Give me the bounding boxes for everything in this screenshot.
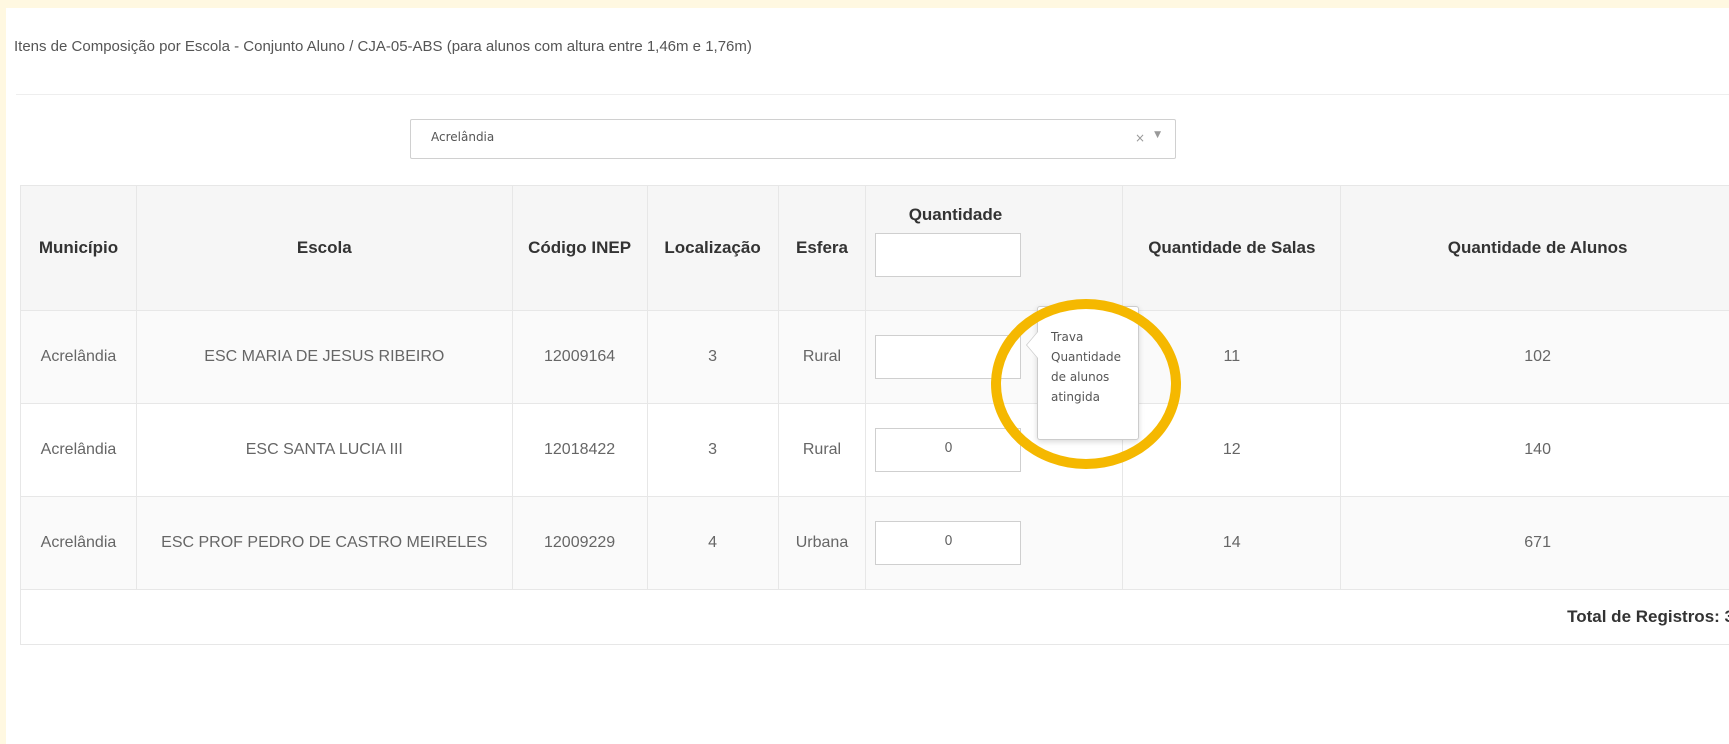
chevron-down-icon[interactable]: ▼ bbox=[1154, 130, 1161, 140]
cell-municipio: Acrelândia bbox=[20, 310, 137, 404]
page-heading: Itens de Composição por Escola - Conjunt… bbox=[14, 38, 752, 55]
cell-esfera: Urbana bbox=[777, 496, 867, 590]
quantidade-filter-input[interactable] bbox=[875, 233, 1022, 277]
tooltip-arrow bbox=[1026, 331, 1038, 359]
header-esfera[interactable]: Esfera bbox=[777, 185, 867, 311]
municipio-select[interactable]: Acrelândia × ▼ bbox=[410, 119, 1176, 159]
cell-esfera: Rural bbox=[777, 310, 867, 404]
schools-table: Município Escola Código INEP Localização… bbox=[20, 185, 1729, 645]
cell-codigo-inep: 12018422 bbox=[511, 403, 648, 497]
cell-quantidade-salas: 14 bbox=[1122, 496, 1342, 590]
cell-quantidade: 0 bbox=[865, 496, 1124, 590]
header-codigo-inep[interactable]: Código INEP bbox=[511, 185, 648, 311]
cell-quantidade-alunos: 671 bbox=[1340, 496, 1729, 590]
cell-localizacao: 4 bbox=[646, 496, 779, 590]
table-row: Acrelândia ESC MARIA DE JESUS RIBEIRO 12… bbox=[20, 310, 1729, 404]
cell-escola: ESC PROF PEDRO DE CASTRO MEIRELES bbox=[135, 496, 513, 590]
tooltip-line: Trava bbox=[1051, 330, 1084, 344]
quantidade-input[interactable]: 0 bbox=[875, 521, 1022, 565]
header-quantidade-alunos[interactable]: Quantidade de Alunos bbox=[1340, 185, 1729, 311]
clear-icon[interactable]: × bbox=[1135, 131, 1145, 145]
cell-codigo-inep: 12009229 bbox=[511, 496, 648, 590]
total-records: Total de Registros: 3 bbox=[20, 589, 1729, 645]
tooltip-line: Quantidade bbox=[1051, 350, 1122, 364]
cell-quantidade-alunos: 102 bbox=[1340, 310, 1729, 404]
cell-escola: ESC SANTA LUCIA III bbox=[135, 403, 513, 497]
header-quantidade-salas[interactable]: Quantidade de Salas bbox=[1122, 185, 1342, 311]
municipio-select-value: Acrelândia bbox=[431, 130, 495, 144]
heading-divider bbox=[16, 94, 1729, 95]
cell-codigo-inep: 12009164 bbox=[511, 310, 648, 404]
header-localizacao[interactable]: Localização bbox=[646, 185, 779, 311]
quantidade-input[interactable]: 0 bbox=[875, 428, 1022, 472]
cell-esfera: Rural bbox=[777, 403, 867, 497]
header-quantidade-label[interactable]: Quantidade bbox=[875, 205, 1035, 225]
page: Itens de Composição por Escola - Conjunt… bbox=[0, 0, 1729, 744]
cell-quantidade-salas: 11 bbox=[1122, 310, 1342, 404]
table-row: Acrelândia ESC SANTA LUCIA III 12018422 … bbox=[20, 403, 1729, 497]
table-row: Acrelândia ESC PROF PEDRO DE CASTRO MEIR… bbox=[20, 496, 1729, 590]
cell-municipio: Acrelândia bbox=[20, 403, 137, 497]
tooltip-line: atingida bbox=[1051, 390, 1100, 404]
table-footer-row: Total de Registros: 3 bbox=[20, 589, 1729, 645]
table-header-row: Município Escola Código INEP Localização… bbox=[20, 185, 1729, 311]
cell-localizacao: 3 bbox=[646, 310, 779, 404]
tooltip-line: de alunos bbox=[1051, 370, 1110, 384]
header-municipio[interactable]: Município bbox=[20, 185, 137, 311]
cell-municipio: Acrelândia bbox=[20, 496, 137, 590]
cell-localizacao: 3 bbox=[646, 403, 779, 497]
header-escola[interactable]: Escola bbox=[135, 185, 513, 311]
cell-quantidade-salas: 12 bbox=[1122, 403, 1342, 497]
cell-quantidade-alunos: 140 bbox=[1340, 403, 1729, 497]
header-quantidade: Quantidade bbox=[865, 185, 1124, 311]
quantity-lock-tooltip: Trava Quantidade de alunos atingida bbox=[1026, 306, 1139, 440]
quantidade-input[interactable] bbox=[875, 335, 1022, 379]
cell-escola: ESC MARIA DE JESUS RIBEIRO bbox=[135, 310, 513, 404]
